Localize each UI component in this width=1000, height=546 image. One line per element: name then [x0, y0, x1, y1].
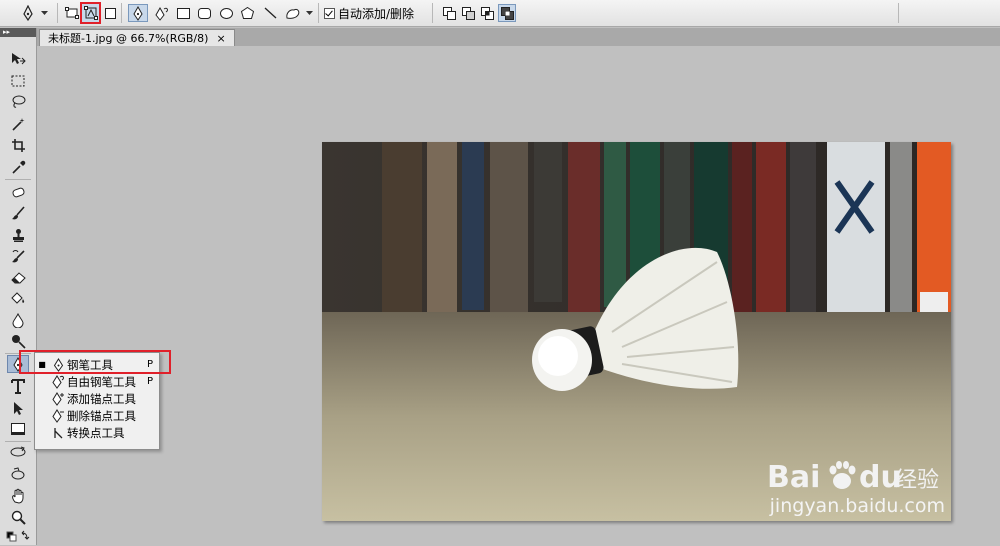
rectangle-tool-icon[interactable]: [8, 420, 28, 438]
document-tab-strip: 未标题-1.jpg @ 66.7%(RGB/8) ×: [37, 28, 1000, 46]
magic-wand-tool-icon[interactable]: [8, 115, 28, 133]
flyout-item-label: 添加锚点工具: [67, 391, 136, 406]
auto-add-delete-label: 自动添加/删除: [338, 6, 415, 21]
document-tab[interactable]: 未标题-1.jpg @ 66.7%(RGB/8) ×: [39, 29, 235, 46]
toolbox: ▸▸: [0, 28, 37, 545]
color-swatches-icon[interactable]: [4, 528, 32, 546]
flyout-item-delete-anchor-point-tool[interactable]: 删除锚点工具: [35, 407, 159, 424]
rounded-rectangle-shape-icon[interactable]: [196, 4, 212, 22]
intersect-path-area-icon[interactable]: [479, 4, 495, 22]
subtract-path-area-icon[interactable]: [460, 4, 476, 22]
paw-icon: [829, 461, 856, 489]
blur-tool-icon[interactable]: [8, 311, 28, 329]
exclude-overlap-icon[interactable]: [498, 4, 516, 22]
pen-tool-option-icon[interactable]: [128, 4, 148, 22]
zoom-tool-icon[interactable]: [8, 508, 28, 526]
freeform-pen-icon: [49, 374, 67, 389]
brush-tool-icon[interactable]: [8, 204, 28, 222]
spot-healing-brush-icon[interactable]: [8, 183, 28, 201]
pen-tool-highlight-box: [19, 350, 171, 374]
watermark-cn-text: 经验: [895, 468, 939, 493]
polygon-shape-icon[interactable]: [239, 4, 255, 22]
crop-tool-icon[interactable]: [8, 136, 28, 154]
hand-tool-icon[interactable]: [8, 487, 28, 505]
document-tab-title: 未标题-1.jpg @ 66.7%(RGB/8): [48, 32, 209, 45]
freeform-pen-option-icon[interactable]: [153, 4, 171, 22]
move-tool-icon[interactable]: [8, 50, 28, 68]
add-to-path-area-icon[interactable]: [441, 4, 457, 22]
dodge-tool-icon[interactable]: [8, 332, 28, 350]
toolbox-grip[interactable]: ▸▸: [0, 28, 36, 37]
baidu-jingyan-logo: Bai du 经验: [767, 459, 943, 493]
flyout-item-add-anchor-point-tool[interactable]: 添加锚点工具: [35, 390, 159, 407]
fill-pixels-icon[interactable]: [103, 4, 117, 22]
history-brush-tool-icon[interactable]: [8, 247, 28, 265]
flyout-item-label: 自由钢笔工具: [67, 374, 136, 389]
custom-shape-icon[interactable]: [284, 4, 302, 22]
canvas-area[interactable]: Bai du 经验 jingyan.baidu.com: [37, 46, 1000, 545]
flyout-item-label: 转换点工具: [67, 425, 125, 440]
lasso-tool-icon[interactable]: [8, 93, 28, 111]
custom-shape-dropdown-icon[interactable]: [304, 4, 314, 22]
marquee-tool-icon[interactable]: [8, 72, 28, 90]
3d-orbit-tool-icon[interactable]: [8, 465, 28, 483]
ellipse-shape-icon[interactable]: [218, 4, 234, 22]
paint-bucket-tool-icon[interactable]: [8, 289, 28, 307]
type-tool-icon[interactable]: [8, 377, 28, 395]
eyedropper-tool-icon[interactable]: [8, 158, 28, 176]
watermark-url: jingyan.baidu.com: [769, 495, 945, 517]
flyout-item-freeform-pen-tool[interactable]: 自由钢笔工具 P: [35, 373, 159, 390]
3d-rotate-tool-icon[interactable]: [8, 443, 28, 461]
eraser-tool-icon[interactable]: [8, 268, 28, 286]
rectangle-shape-icon[interactable]: [175, 4, 191, 22]
flyout-item-shortcut: P: [147, 376, 154, 387]
flyout-item-label: 删除锚点工具: [67, 408, 136, 423]
paths-mode-icon[interactable]: [80, 2, 101, 24]
path-selection-tool-icon[interactable]: [8, 399, 28, 417]
tool-preset-dropdown-icon[interactable]: [39, 4, 49, 22]
tool-preset-pen-icon[interactable]: [18, 4, 38, 22]
checkbox-checked-icon: [324, 7, 335, 19]
watermark-brand: Bai: [767, 460, 820, 493]
options-bar: 自动添加/删除: [0, 0, 1000, 27]
shape-layers-icon[interactable]: [64, 4, 80, 22]
auto-add-delete-checkbox[interactable]: 自动添加/删除: [324, 5, 414, 21]
delete-anchor-point-icon: [49, 408, 67, 423]
clone-stamp-tool-icon[interactable]: [8, 226, 28, 244]
flyout-item-convert-point-tool[interactable]: 转换点工具: [35, 424, 159, 441]
document-image[interactable]: Bai du 经验 jingyan.baidu.com: [322, 142, 951, 521]
close-icon[interactable]: ×: [216, 32, 225, 45]
add-anchor-point-icon: [49, 391, 67, 406]
convert-point-icon: [49, 427, 67, 439]
line-shape-icon[interactable]: [262, 4, 278, 22]
